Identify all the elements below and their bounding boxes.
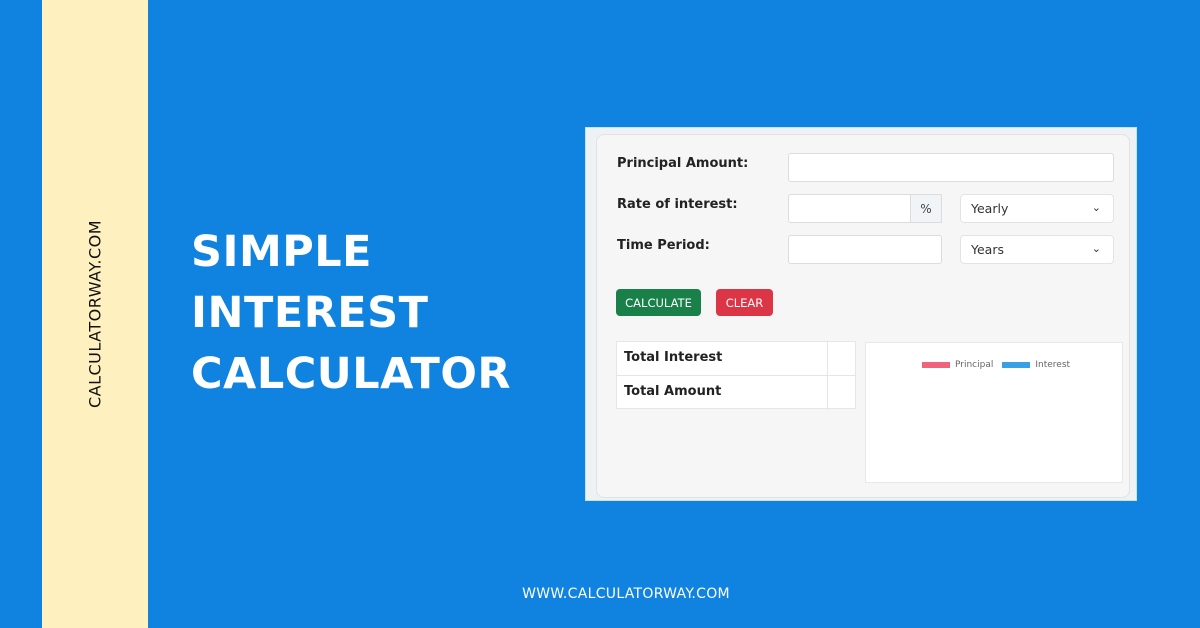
table-row: Total Interest	[617, 342, 855, 376]
headline-line-1: SIMPLE	[191, 227, 373, 277]
total-amount-value	[827, 376, 857, 410]
time-input[interactable]	[788, 235, 942, 264]
time-label: Time Period:	[617, 238, 710, 253]
chevron-down-icon: ⌄	[1091, 242, 1101, 255]
footer-url: WWW.CALCULATORWAY.COM	[522, 586, 730, 602]
principal-swatch	[922, 362, 950, 368]
time-unit-value: Years	[971, 242, 1004, 257]
calculate-button[interactable]: CALCULATE	[616, 289, 701, 316]
headline-line-2: INTEREST	[191, 288, 429, 338]
principal-input[interactable]	[788, 153, 1114, 182]
rate-period-value: Yearly	[971, 201, 1009, 216]
page-headline: SIMPLE INTEREST CALCULATOR	[191, 222, 511, 405]
results-table: Total Interest Total Amount	[616, 341, 856, 410]
headline-line-3: CALCULATOR	[191, 349, 512, 399]
chart-legend: Principal Interest	[922, 360, 1070, 370]
principal-label: Principal Amount:	[617, 156, 749, 171]
rate-input[interactable]	[788, 194, 911, 223]
pie-chart-area: Principal Interest	[865, 342, 1123, 483]
chevron-down-icon: ⌄	[1091, 201, 1101, 214]
total-interest-value	[827, 342, 857, 376]
rate-period-select[interactable]: Yearly ⌄	[960, 194, 1114, 223]
table-row: Total Amount	[617, 376, 855, 410]
time-unit-select[interactable]: Years ⌄	[960, 235, 1114, 264]
interest-swatch	[1002, 362, 1031, 368]
legend-interest[interactable]: Interest	[1035, 360, 1070, 370]
percent-addon: %	[911, 194, 942, 223]
total-interest-label: Total Interest	[624, 350, 723, 365]
calculator-card: Principal Amount: Rate of interest: % Ye…	[596, 134, 1130, 498]
calculator-screenshot: Principal Amount: Rate of interest: % Ye…	[585, 127, 1137, 501]
vertical-site-name: CALCULATORWAY.COM	[85, 219, 105, 409]
rate-label: Rate of interest:	[617, 197, 738, 212]
total-amount-label: Total Amount	[624, 384, 722, 399]
legend-principal[interactable]: Principal	[955, 360, 993, 370]
clear-button[interactable]: CLEAR	[716, 289, 773, 316]
